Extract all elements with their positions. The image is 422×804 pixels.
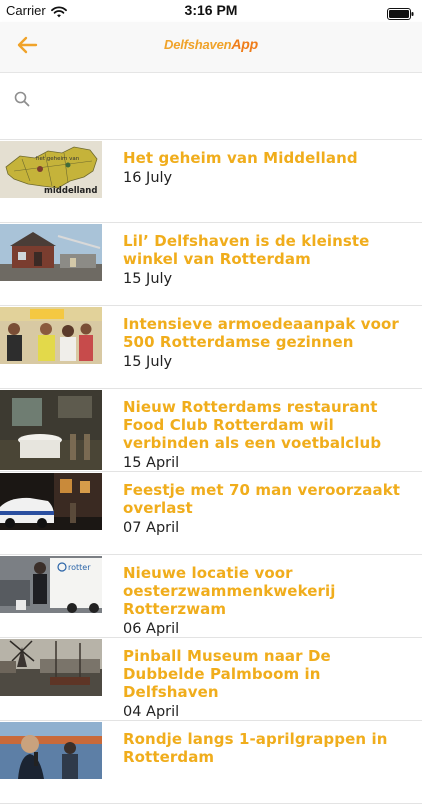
news-date: 15 July <box>123 271 173 287</box>
news-list: het geheim van middelland Het geheim van… <box>0 139 422 804</box>
news-item[interactable]: Intensieve armoedeaanpak voor 500 Rotter… <box>0 306 422 389</box>
news-item[interactable]: Feestje met 70 man veroorzaakt overlast … <box>0 472 422 555</box>
search-icon <box>14 91 30 111</box>
logo-text: Delfshaven <box>164 37 232 52</box>
news-item[interactable]: Pinball Museum naar De Dubbelde Palmboom… <box>0 638 422 721</box>
news-date: 06 April <box>123 621 180 637</box>
news-item[interactable]: Lil’ Delfshaven is de kleinste winkel va… <box>0 223 422 306</box>
news-date: 15 April <box>123 455 180 471</box>
news-title: Het geheim van Middelland <box>123 149 358 167</box>
news-title: Pinball Museum naar De Dubbelde Palmboom… <box>123 647 331 701</box>
news-date: 07 April <box>123 520 180 536</box>
news-title: Nieuw Rotterdams restaurant Food Club Ro… <box>123 398 382 452</box>
app-logo: DelfshavenApp <box>0 36 422 52</box>
news-title: Lil’ Delfshaven is de kleinste winkel va… <box>123 232 370 268</box>
news-title: Feestje met 70 man veroorzaakt overlast <box>123 481 401 517</box>
status-bar: Carrier 3:16 PM <box>0 0 422 22</box>
news-title: Intensieve armoedeaanpak voor 500 Rotter… <box>123 315 399 351</box>
news-title: Nieuwe locatie voor oesterzwammenkwekeri… <box>123 564 336 618</box>
news-thumbnail <box>0 390 102 470</box>
status-time: 3:16 PM <box>184 2 238 18</box>
news-thumbnail <box>0 307 102 364</box>
thumb-caption-bottom: middelland <box>44 186 97 196</box>
news-thumbnail <box>0 473 102 530</box>
search-input[interactable] <box>40 87 404 115</box>
news-item[interactable]: Nieuw Rotterdams restaurant Food Club Ro… <box>0 389 422 472</box>
news-item[interactable]: het geheim van middelland Het geheim van… <box>0 139 422 223</box>
news-thumbnail <box>0 224 102 281</box>
logo-app-text: App <box>231 36 258 52</box>
news-title: Rondje langs 1-aprilgrappen in Rotterdam <box>123 730 388 766</box>
news-date: 16 July <box>123 170 173 186</box>
news-thumbnail: rotter <box>0 556 102 613</box>
news-thumbnail: het geheim van middelland <box>0 141 102 198</box>
news-item[interactable]: Rondje langs 1-aprilgrappen in Rotterdam <box>0 721 422 804</box>
navigation-bar: DelfshavenApp <box>0 22 422 73</box>
news-item[interactable]: rotter Nieuwe locatie voor oesterzwammen… <box>0 555 422 638</box>
thumb-caption-top: rotter <box>68 563 91 572</box>
news-thumbnail <box>0 639 102 696</box>
thumb-caption-top: het geheim van <box>36 156 80 162</box>
news-thumbnail <box>0 722 102 779</box>
news-date: 04 April <box>123 704 180 720</box>
search-bar <box>0 73 422 127</box>
news-date: 15 July <box>123 354 173 370</box>
